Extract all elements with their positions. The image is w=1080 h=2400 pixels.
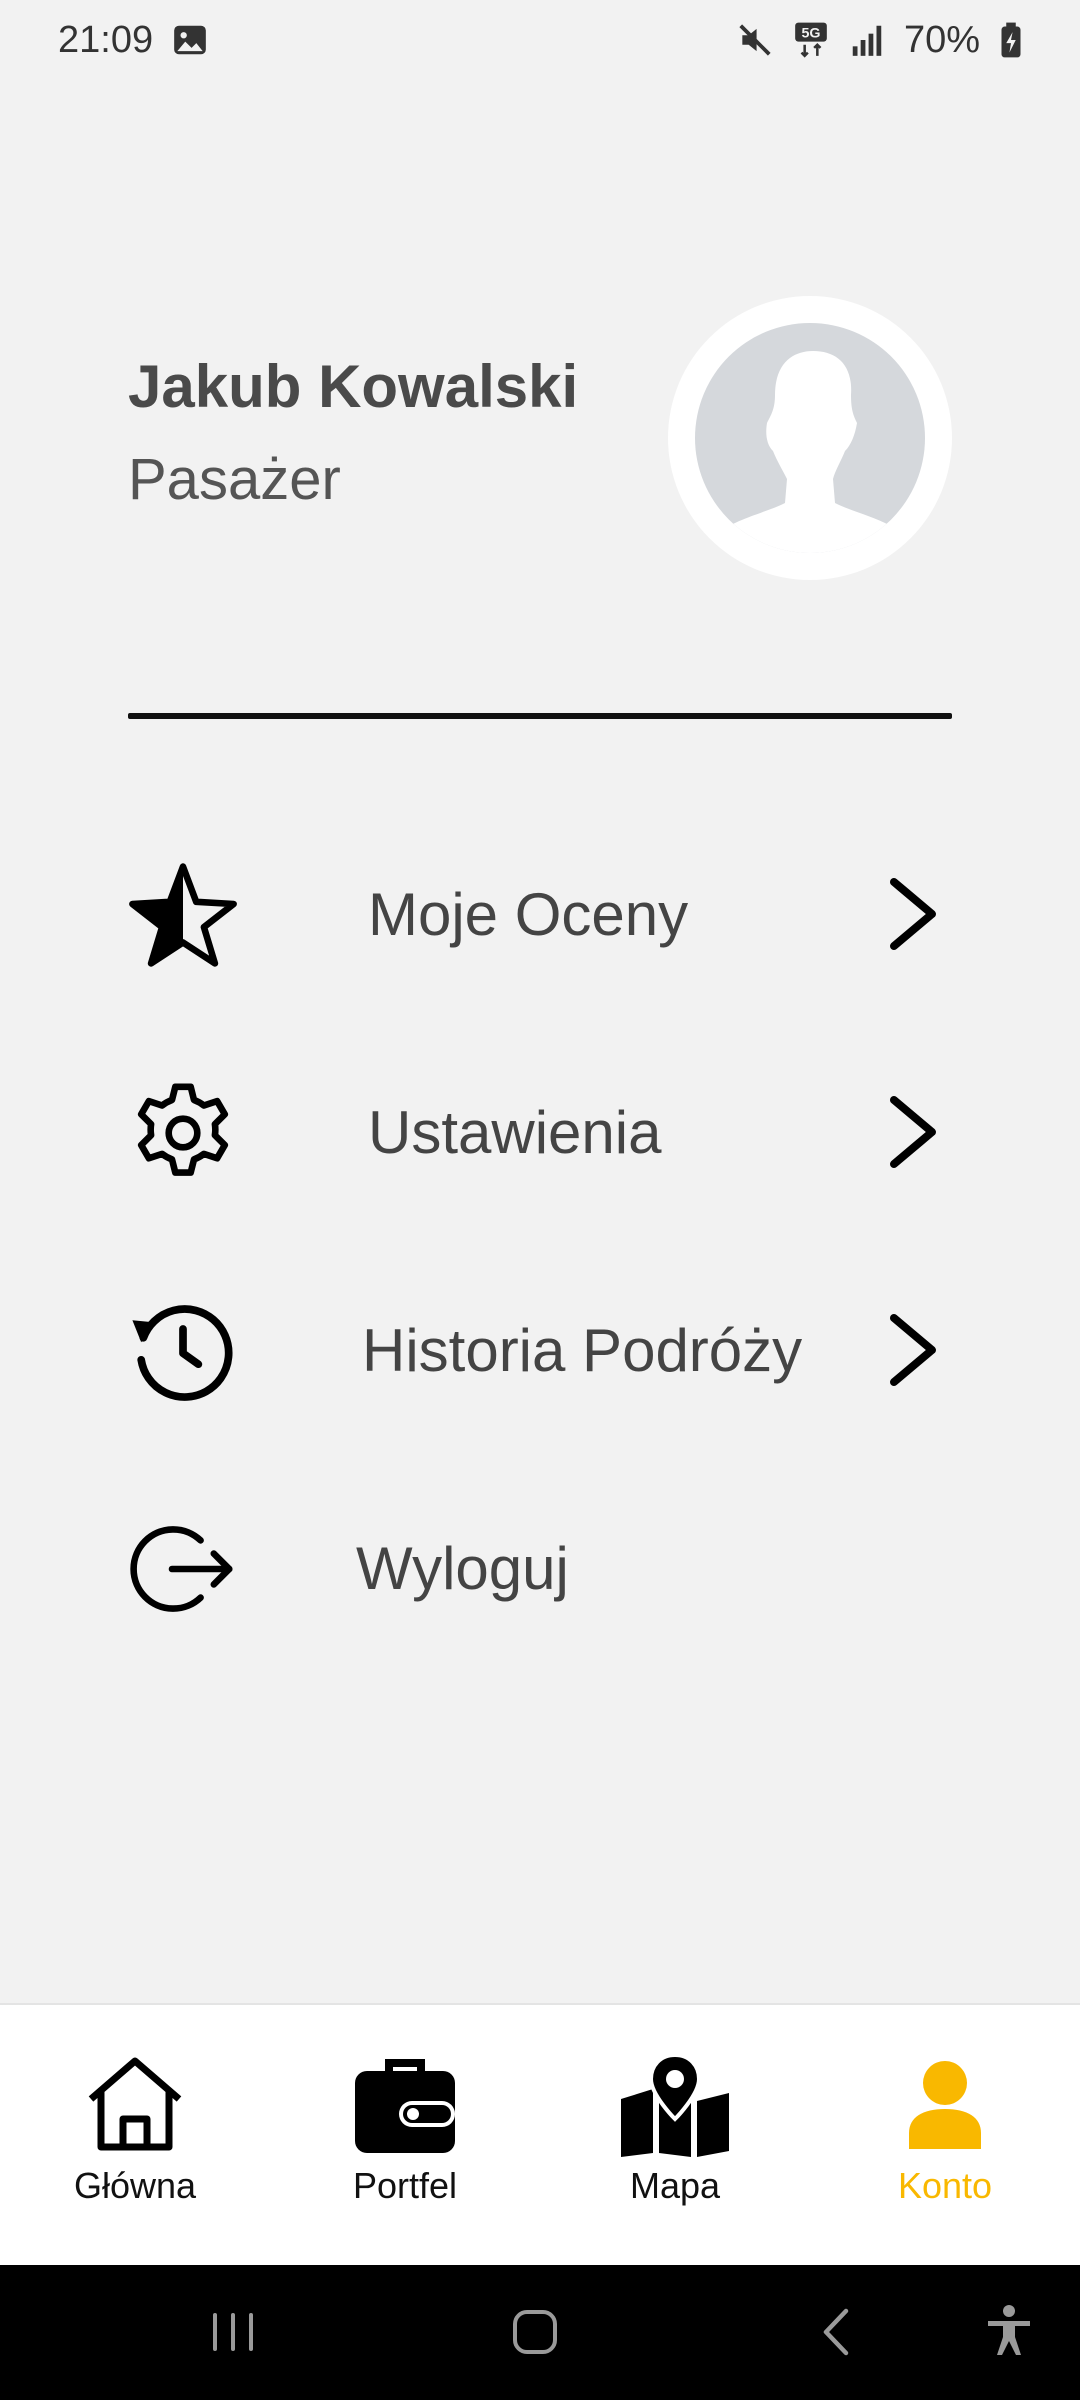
svg-text:5G: 5G [801, 26, 820, 42]
signal-icon [848, 21, 886, 59]
nav-label-account: Konto [897, 2165, 993, 2206]
nav-label-home: Główna [73, 2165, 197, 2206]
nav-item-map[interactable]: Mapa [540, 2005, 810, 2265]
wallet-icon [345, 2053, 465, 2157]
avatar[interactable] [668, 296, 952, 580]
mute-icon [736, 21, 774, 59]
menu-item-trip-history[interactable]: Historia Podróży [128, 1256, 952, 1474]
status-time: 21:09 [58, 18, 154, 61]
divider [128, 713, 952, 719]
profile-header: Jakub Kowalski Pasażer [128, 296, 952, 580]
map-icon [615, 2053, 735, 2157]
nav-item-wallet[interactable]: Portfel [270, 2005, 540, 2265]
nav-item-account[interactable]: Konto [810, 2005, 1080, 2265]
gallery-icon [171, 21, 209, 59]
menu-label-trip-history: Historia Podróży [362, 1317, 803, 1384]
half-star-icon [128, 860, 238, 970]
account-icon [885, 2053, 1005, 2157]
logout-icon [128, 1514, 238, 1624]
menu-label-ratings: Moje Oceny [368, 881, 689, 948]
home-icon [75, 2053, 195, 2157]
5g-icon: 5G [792, 21, 830, 59]
account-menu: Moje Oceny Ustawienia Historia Podróży W… [128, 820, 952, 1692]
battery-percent: 70% [903, 18, 980, 61]
status-bar: 21:09 5G 70% [0, 0, 1080, 80]
menu-item-logout[interactable]: Wyloguj [128, 1474, 952, 1692]
home-button[interactable] [500, 2297, 570, 2367]
chevron-right-icon [884, 1310, 944, 1390]
menu-item-settings[interactable]: Ustawienia [128, 1038, 952, 1256]
battery-icon [998, 21, 1024, 59]
status-left: 21:09 [58, 19, 209, 62]
bottom-nav: Główna Portfel Mapa Konto [0, 2003, 1080, 2265]
menu-item-ratings[interactable]: Moje Oceny [128, 820, 952, 1038]
status-right: 5G 70% [736, 19, 1024, 62]
system-nav-bar [0, 2265, 1080, 2400]
nav-item-home[interactable]: Główna [0, 2005, 270, 2265]
back-button[interactable] [802, 2297, 872, 2367]
history-clock-icon [128, 1296, 238, 1406]
nav-label-wallet: Portfel [352, 2165, 458, 2206]
person-silhouette-icon [695, 323, 925, 553]
menu-label-logout: Wyloguj [356, 1535, 569, 1602]
profile-name: Jakub Kowalski [128, 353, 579, 420]
menu-label-settings: Ustawienia [368, 1099, 662, 1166]
profile-role: Pasażer [128, 447, 341, 512]
accessibility-button[interactable] [974, 2297, 1044, 2367]
chevron-right-icon [884, 874, 944, 954]
chevron-right-icon [884, 1092, 944, 1172]
gear-icon [128, 1078, 238, 1188]
recents-button[interactable] [198, 2297, 268, 2367]
nav-label-map: Mapa [629, 2165, 721, 2206]
